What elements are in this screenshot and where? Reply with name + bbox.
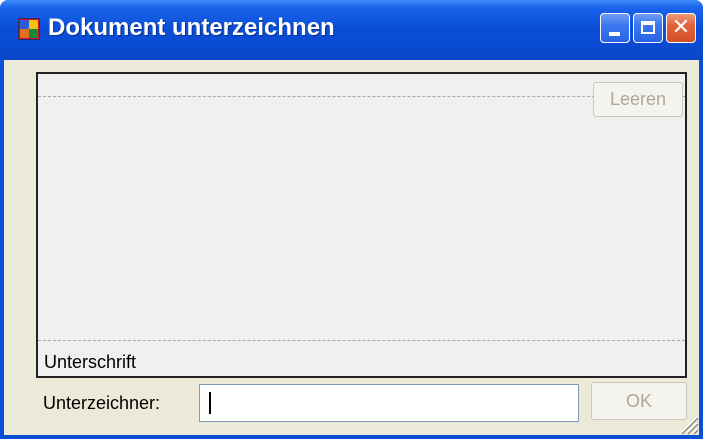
app-window-icon[interactable] xyxy=(18,18,40,40)
signature-caption: Unterschrift xyxy=(44,352,137,372)
maximize-button[interactable] xyxy=(633,13,663,43)
maximize-icon xyxy=(641,21,655,34)
ok-button[interactable]: OK xyxy=(591,382,687,420)
signer-label: Unterzeichner: xyxy=(43,393,161,413)
minimize-icon xyxy=(609,32,620,36)
text-caret xyxy=(209,392,211,414)
dialog-client-area: Leeren Unterschrift Unterzeichner: OK xyxy=(4,60,699,435)
dialog-window: Dokument unterzeichnen ✕ Leeren Untersch… xyxy=(0,0,703,439)
close-icon: ✕ xyxy=(671,15,691,40)
window-title: Dokument unterzeichnen xyxy=(48,14,335,41)
signature-pad[interactable]: Leeren Unterschrift xyxy=(36,72,687,378)
clear-signature-button[interactable]: Leeren xyxy=(593,82,683,117)
title-bar[interactable]: Dokument unterzeichnen ✕ xyxy=(0,0,703,60)
signature-baseline xyxy=(38,340,685,341)
close-button[interactable]: ✕ xyxy=(666,13,696,43)
signature-top-guide-line xyxy=(38,96,685,97)
minimize-button[interactable] xyxy=(600,13,630,43)
resize-grip-icon[interactable] xyxy=(677,413,699,435)
signer-name-input[interactable] xyxy=(199,384,579,422)
